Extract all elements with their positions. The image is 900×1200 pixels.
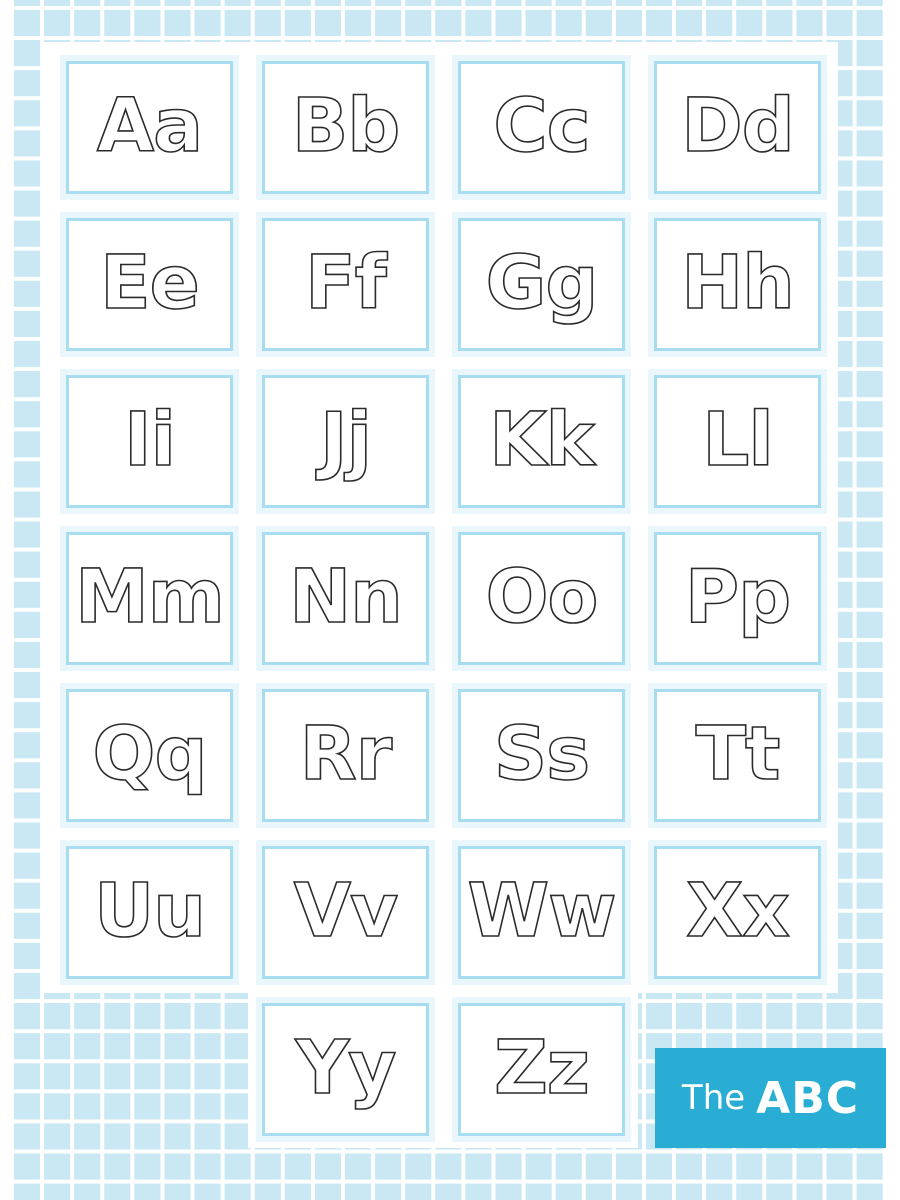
letter-pair-y: Yy [295,1024,397,1111]
badge-prefix-text: The [681,1078,746,1118]
letter-cell-frame: Xx [654,846,821,979]
letter-pair-d: Dd [680,82,795,169]
letter-cell-frame: Aa [66,61,233,194]
letter-cell-i[interactable]: Ii [60,369,239,514]
letter-cell-z[interactable]: Zz [452,997,631,1142]
letter-pair-t: Tt [695,710,781,797]
letter-cell-frame: Bb [262,61,429,194]
letter-cell-b[interactable]: Bb [256,55,435,200]
letter-cell-frame: Vv [262,846,429,979]
letter-cell-frame: Kk [458,375,625,508]
letter-cell-j[interactable]: Jj [256,369,435,514]
letter-pair-r: Rr [299,710,393,797]
letter-cell-o[interactable]: Oo [452,526,631,671]
letter-cell-frame: Yy [262,1003,429,1136]
letter-cell-frame: Oo [458,532,625,665]
letter-cell-frame: Jj [262,375,429,508]
letter-cell-e[interactable]: Ee [60,212,239,357]
letter-cell-frame: Pp [654,532,821,665]
letter-cell-n[interactable]: Nn [256,526,435,671]
letter-cell-frame: Hh [654,218,821,351]
letter-cell-d[interactable]: Dd [648,55,827,200]
letter-cell-frame: Ff [262,218,429,351]
letter-cell-r[interactable]: Rr [256,683,435,828]
letter-pair-v: Vv [293,867,399,954]
letter-cell-frame: Mm [66,532,233,665]
letter-pair-z: Zz [493,1024,590,1111]
letter-cell-frame: Cc [458,61,625,194]
letter-cell-s[interactable]: Ss [452,683,631,828]
letter-cell-frame: Ll [654,375,821,508]
letter-cell-frame: Tt [654,689,821,822]
letter-cell-p[interactable]: Pp [648,526,827,671]
letter-cell-f[interactable]: Ff [256,212,435,357]
letter-cell-v[interactable]: Vv [256,840,435,985]
letter-pair-h: Hh [680,239,795,326]
letter-pair-s: Ss [493,710,591,797]
letter-pair-e: Ee [99,239,200,326]
letter-pair-u: Uu [93,867,206,954]
letter-cell-k[interactable]: Kk [452,369,631,514]
letter-cell-frame: Gg [458,218,625,351]
letter-cell-c[interactable]: Cc [452,55,631,200]
letter-pair-i: Ii [123,396,177,483]
letter-cell-frame: Ee [66,218,233,351]
letter-pair-o: Oo [485,553,599,640]
letter-pair-x: Xx [685,867,790,954]
letter-pair-a: Aa [96,82,204,169]
letter-pair-k: Kk [488,396,595,483]
letter-cell-h[interactable]: Hh [648,212,827,357]
letter-cell-w[interactable]: Ww [452,840,631,985]
letter-pair-w: Ww [467,867,618,954]
letter-cell-a[interactable]: Aa [60,55,239,200]
letter-pair-p: Pp [684,553,792,640]
letter-cell-frame: Zz [458,1003,625,1136]
letter-cell-t[interactable]: Tt [648,683,827,828]
letter-cell-frame: Ss [458,689,625,822]
letter-cell-m[interactable]: Mm [60,526,239,671]
letter-cell-x[interactable]: Xx [648,840,827,985]
letter-pair-m: Mm [74,553,225,640]
letter-cell-frame: Rr [262,689,429,822]
letter-pair-l: Ll [701,396,774,483]
letter-cell-q[interactable]: Qq [60,683,239,828]
alphabet-chart-page: Aa Bb Cc Dd Ee Ff Gg Hh Ii Jj Kk Ll Mm Nn Oo Pp Qq Rr Ss Tt… [0,0,900,1200]
letter-pair-n: Nn [288,553,403,640]
the-abc-badge: The ABC [655,1048,886,1148]
letter-cell-l[interactable]: Ll [648,369,827,514]
letter-cell-frame: Ww [458,846,625,979]
letter-pair-c: Cc [493,82,592,169]
letter-cell-frame: Dd [654,61,821,194]
letter-cell-frame: Qq [66,689,233,822]
letter-cell-y[interactable]: Yy [256,997,435,1142]
letter-pair-f: Ff [304,239,387,326]
letter-cell-frame: Ii [66,375,233,508]
letter-pair-q: Qq [92,710,208,797]
badge-word-text: ABC [756,1072,860,1124]
letter-pair-b: Bb [291,82,401,169]
letter-pair-j: Jj [319,396,373,483]
letter-pair-g: Gg [485,239,599,326]
letter-cell-frame: Uu [66,846,233,979]
letter-cell-g[interactable]: Gg [452,212,631,357]
letter-cell-u[interactable]: Uu [60,840,239,985]
letter-cell-frame: Nn [262,532,429,665]
